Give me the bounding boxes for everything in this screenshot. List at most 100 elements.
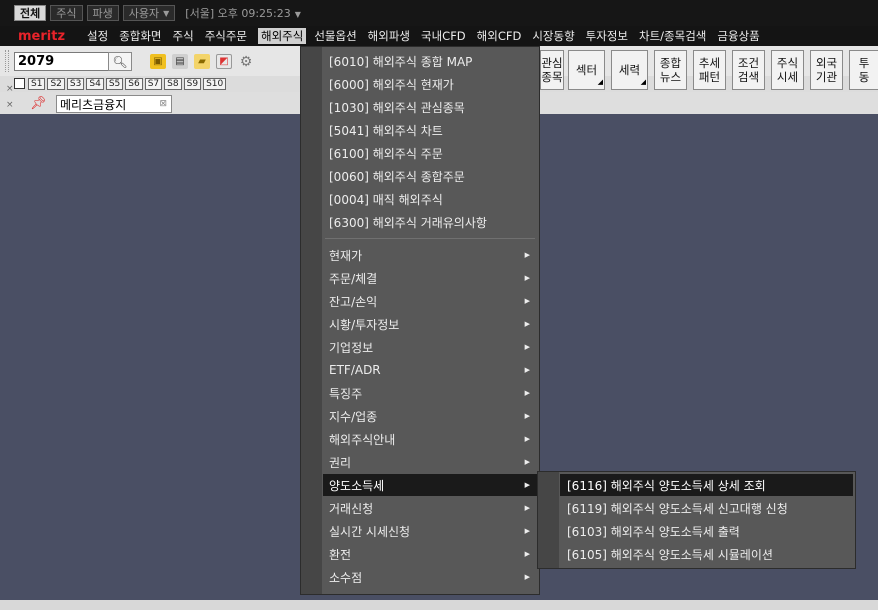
menu-item[interactable]: [0004] 매직 해외주식	[323, 188, 538, 210]
quick-news-button[interactable]: 종합 뉴스	[654, 50, 687, 90]
submenu-item[interactable]: 기업정보 ▶	[323, 336, 538, 358]
submenu-item-label: 소수점	[329, 570, 363, 585]
tab-stock[interactable]: 주식	[50, 5, 83, 21]
submenu-item[interactable]: 권리 ▶	[323, 451, 538, 473]
submenu-item[interactable]: 해외주식안내 ▶	[323, 428, 538, 450]
menu-settings[interactable]: 설정	[87, 28, 108, 44]
screenshot-icon[interactable]: ◩	[216, 54, 232, 69]
gear-icon[interactable]: ⚙	[238, 54, 254, 70]
search-button[interactable]: 🔍︎	[108, 52, 132, 71]
slot-button[interactable]: S4	[86, 78, 104, 90]
menu-stock[interactable]: 주식	[173, 28, 194, 44]
submenu-item-label: 지수/업종	[329, 409, 378, 424]
menu-item[interactable]: [6105] 해외주식 양도소득세 시뮬레이션	[560, 543, 853, 565]
quick-sector-button[interactable]: 섹터 ◢	[568, 50, 605, 90]
submenu-item[interactable]: 실시간 시세신청 ▶	[323, 520, 538, 542]
screen-slot-checkbox[interactable]	[14, 78, 25, 89]
slot-button[interactable]: S5	[105, 78, 124, 90]
chevron-right-icon: ▶	[524, 573, 530, 581]
quick-foreign-button[interactable]: 외국 기관	[810, 50, 843, 90]
clock-display[interactable]: [서울] 오후 09:25:23 ▼	[185, 5, 301, 21]
submenu-item[interactable]: 주문/체결 ▶	[323, 267, 538, 289]
submenu-item[interactable]: 특징주 ▶	[323, 382, 538, 404]
menu-item[interactable]: [6119] 해외주식 양도소득세 신고대행 신청	[560, 497, 853, 519]
folder-icon[interactable]: ▰	[194, 54, 210, 69]
menu-overseas-cfd[interactable]: 해외CFD	[477, 28, 522, 44]
overseas-stock-menu: [6010] 해외주식 종합 MAP [6000] 해외주식 현재가 [1030…	[300, 46, 540, 595]
quick-invest-button[interactable]: 투동	[849, 50, 878, 90]
pin-icon[interactable]: 📌︎	[30, 96, 47, 111]
slot-button[interactable]: S10	[203, 78, 227, 90]
dropdown-icon: ◢	[597, 78, 603, 86]
chevron-right-icon: ▶	[524, 458, 530, 466]
submenu-item[interactable]: ETF/ADR ▶	[323, 359, 538, 381]
menu-item[interactable]: [1030] 해외주식 관심종목	[323, 96, 538, 118]
printer-icon[interactable]: ▤	[172, 54, 188, 69]
slot-button[interactable]: S6	[125, 78, 143, 90]
submenu-item[interactable]: 잔고/손익 ▶	[323, 290, 538, 312]
menu-item[interactable]: [6010] 해외주식 종합 MAP	[323, 50, 538, 72]
chevron-down-icon: ▼	[163, 8, 170, 18]
menu-overseas-stock[interactable]: 해외주식	[258, 28, 307, 44]
menu-financial-products[interactable]: 금융상품	[717, 28, 759, 44]
menu-item[interactable]: [6116] 해외주식 양도소득세 상세 조회	[560, 474, 853, 496]
quick-news-l2: 뉴스	[659, 70, 682, 84]
slot-button[interactable]: S9	[183, 78, 202, 90]
tab-all[interactable]: 전체	[14, 5, 47, 21]
menu-item[interactable]: [5041] 해외주식 차트	[323, 119, 538, 141]
chevron-right-icon: ▶	[524, 274, 530, 282]
slot-button[interactable]: S2	[47, 78, 65, 90]
menu-futures-options[interactable]: 선물옵션	[314, 28, 356, 44]
chevron-right-icon: ▶	[524, 481, 530, 489]
search-icon: 🔍︎	[112, 54, 128, 69]
submenu-item-label: 실시간 시세신청	[329, 524, 411, 539]
quick-force-l1: 세력	[618, 63, 641, 77]
window-tab[interactable]: 메리츠금융지 ⊠	[56, 95, 172, 113]
slot-button[interactable]: S1	[28, 78, 46, 90]
menu-domestic-cfd[interactable]: 국내CFD	[421, 28, 466, 44]
toolbar-grip[interactable]	[5, 50, 9, 72]
menu-separator	[325, 238, 535, 239]
quick-trend-l1: 추세	[698, 56, 721, 70]
quick-force-button[interactable]: 세력 ◢	[611, 50, 648, 90]
menu-item[interactable]: [6103] 해외주식 양도소득세 출력	[560, 520, 853, 542]
menu-item[interactable]: [6100] 해외주식 주문	[323, 142, 538, 164]
submenu-item[interactable]: 시황/투자정보 ▶	[323, 313, 538, 335]
submenu-item-capital-gains-tax[interactable]: 양도소득세 ▶	[323, 474, 538, 496]
quick-condition-l1: 조건	[737, 56, 760, 70]
submenu-item[interactable]: 환전 ▶	[323, 543, 538, 565]
slot-button[interactable]: S7	[144, 78, 163, 90]
chevron-right-icon: ▶	[524, 412, 530, 420]
menu-overview[interactable]: 종합화면	[119, 28, 161, 44]
menu-investment-info[interactable]: 투자정보	[586, 28, 628, 44]
close-icon[interactable]: ×	[6, 100, 14, 110]
menu-chart-search[interactable]: 차트/종목검색	[639, 28, 706, 44]
menu-market-trends[interactable]: 시장동향	[532, 28, 574, 44]
menu-overseas-derivatives[interactable]: 해외파생	[368, 28, 410, 44]
quick-foreign-l1: 외국	[815, 56, 838, 70]
submenu-item[interactable]: 현재가 ▶	[323, 244, 538, 266]
menu-item[interactable]: [6000] 해외주식 현재가	[323, 73, 538, 95]
quick-trend-l2: 패턴	[698, 70, 721, 84]
quick-trend-button[interactable]: 추세 패턴	[693, 50, 726, 90]
submenu-item[interactable]: 거래신청 ▶	[323, 497, 538, 519]
slot-button[interactable]: S3	[66, 78, 85, 90]
submenu-item[interactable]: 소수점 ▶	[323, 566, 538, 588]
submenu-item[interactable]: 지수/업종 ▶	[323, 405, 538, 427]
stock-code-input[interactable]: 2079 ▼	[14, 52, 120, 71]
tab-derivatives[interactable]: 파생	[86, 5, 119, 21]
lock-icon[interactable]: ▣	[150, 54, 166, 69]
menu-stock-order[interactable]: 주식주문	[205, 28, 247, 44]
menu-item[interactable]: [0060] 해외주식 종합주문	[323, 165, 538, 187]
quick-watchlist-button[interactable]: 관심 종목	[540, 50, 564, 90]
quick-condition-button[interactable]: 조건 검색	[732, 50, 765, 90]
quick-quote-button[interactable]: 주식 시세	[771, 50, 804, 90]
quick-condition-l2: 검색	[737, 70, 760, 84]
chevron-right-icon: ▶	[524, 251, 530, 259]
chevron-right-icon: ▶	[524, 366, 530, 374]
slot-button[interactable]: S8	[164, 78, 182, 90]
menu-item[interactable]: [6300] 해외주식 거래유의사항	[323, 211, 538, 233]
tab-user[interactable]: 사용자 ▼	[122, 5, 176, 21]
close-icon[interactable]: ⊠	[159, 99, 167, 109]
chevron-right-icon: ▶	[524, 320, 530, 328]
